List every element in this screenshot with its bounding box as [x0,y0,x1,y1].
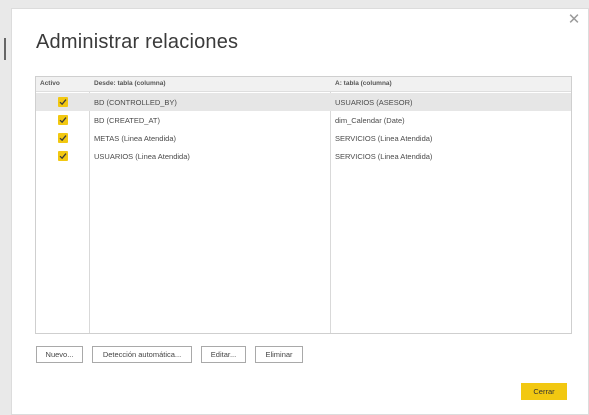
table-row[interactable]: BD (CREATED_AT) dim_Calendar (Date) [36,111,571,129]
grid-header: Activo Desde: tabla (columna) A: tabla (… [36,77,571,92]
to-cell: SERVICIOS (Linea Atendida) [335,152,433,161]
active-checkbox[interactable] [58,151,68,161]
active-checkbox[interactable] [58,115,68,125]
header-from[interactable]: Desde: tabla (columna) [94,80,166,87]
dialog-title: Administrar relaciones [36,31,239,53]
autodetect-button[interactable]: Detección automática... [92,346,192,363]
header-active[interactable]: Activo [40,80,60,87]
new-button[interactable]: Nuevo... [36,346,83,363]
delete-button[interactable]: Eliminar [255,346,303,363]
table-row[interactable]: METAS (Linea Atendida) SERVICIOS (Linea A… [36,129,571,147]
to-cell: SERVICIOS (Linea Atendida) [335,134,433,143]
from-cell: BD (CREATED_AT) [94,116,160,125]
relationships-grid: Activo Desde: tabla (columna) A: tabla (… [35,76,572,334]
header-to[interactable]: A: tabla (columna) [335,80,392,87]
close-button[interactable]: Cerrar [521,383,567,400]
background-window-edge [4,38,6,60]
from-cell: BD (CONTROLLED_BY) [94,98,177,107]
from-cell: USUARIOS (Linea Atendida) [94,152,190,161]
manage-relationships-dialog: ✕ Administrar relaciones Activo Desde: t… [11,8,589,415]
from-cell: METAS (Linea Atendida) [94,134,176,143]
close-icon[interactable]: ✕ [567,12,581,27]
to-cell: dim_Calendar (Date) [335,116,405,125]
active-checkbox[interactable] [58,133,68,143]
edit-button[interactable]: Editar... [201,346,246,363]
table-row[interactable]: BD (CONTROLLED_BY) USUARIOS (ASESOR) [36,93,571,111]
to-cell: USUARIOS (ASESOR) [335,98,413,107]
table-row[interactable]: USUARIOS (Linea Atendida) SERVICIOS (Line… [36,147,571,165]
active-checkbox[interactable] [58,97,68,107]
